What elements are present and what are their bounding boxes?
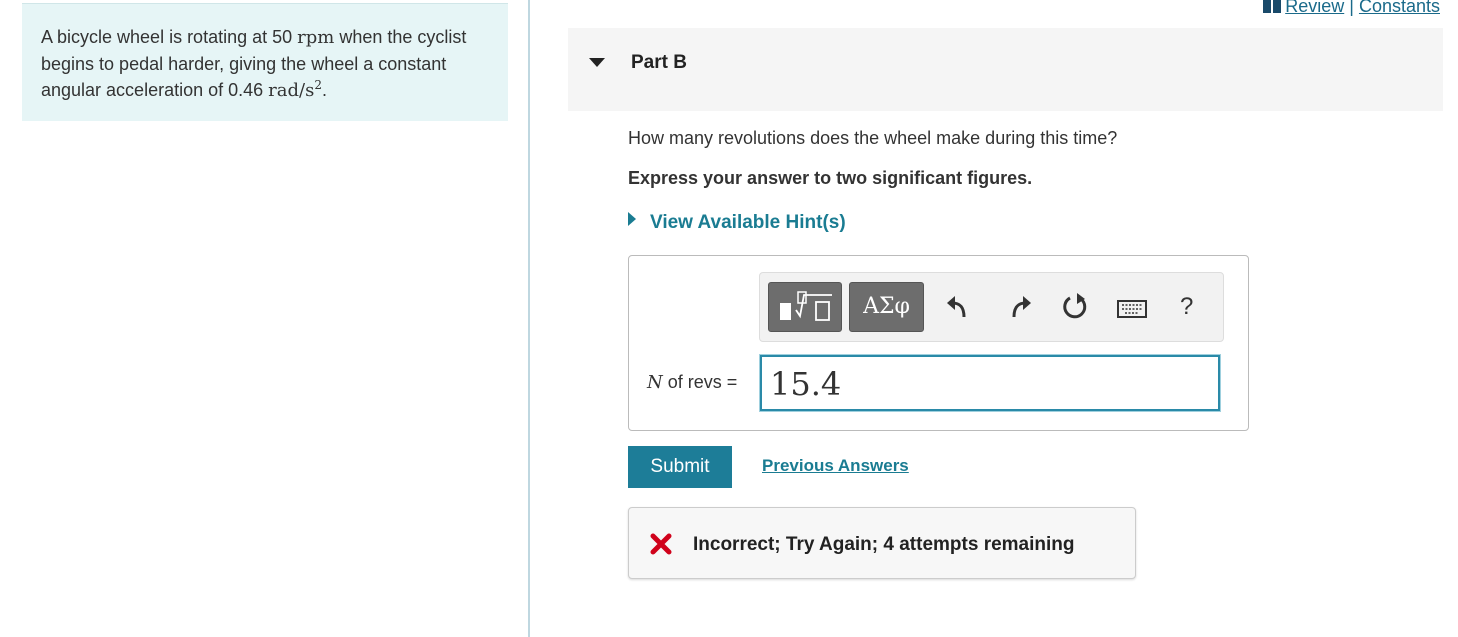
reset-icon[interactable] bbox=[1059, 291, 1091, 323]
templates-icon bbox=[780, 291, 832, 321]
left-pane: A bicycle wheel is rotating at 50 rpm wh… bbox=[0, 0, 530, 637]
collapse-caret-icon[interactable] bbox=[589, 58, 605, 67]
answer-instruction: Express your answer to two significant f… bbox=[628, 168, 1033, 188]
answer-label: N of revs = bbox=[647, 372, 737, 393]
greek-symbols-button[interactable]: ΑΣφ bbox=[849, 282, 924, 332]
accel-unit-exponent: 2 bbox=[314, 78, 322, 92]
math-toolbar: ΑΣφ ? bbox=[759, 272, 1224, 342]
templates-button[interactable] bbox=[768, 282, 842, 332]
feedback-box: Incorrect; Try Again; 4 attempts remaini… bbox=[628, 507, 1136, 579]
accel-unit-base: rad/s bbox=[268, 80, 315, 101]
help-icon[interactable]: ? bbox=[1180, 293, 1193, 321]
top-links: Review | Constants bbox=[1263, 0, 1440, 17]
view-hints-label: View Available Hint(s) bbox=[650, 212, 846, 233]
rpm-unit: rpm bbox=[297, 27, 335, 48]
feedback-message: Incorrect; Try Again; 4 attempts remaini… bbox=[693, 534, 1075, 555]
part-title: Part B bbox=[631, 52, 687, 73]
answer-label-suffix: of revs = bbox=[662, 372, 738, 392]
links-separator: | bbox=[1349, 0, 1354, 16]
answer-variable: N bbox=[647, 372, 663, 393]
problem-text-1: A bicycle wheel is rotating at 50 bbox=[41, 27, 298, 47]
constants-link[interactable]: Constants bbox=[1359, 0, 1440, 16]
submit-button[interactable]: Submit bbox=[628, 446, 732, 488]
expand-caret-icon bbox=[628, 212, 636, 226]
problem-text-end: . bbox=[321, 80, 327, 100]
keyboard-icon[interactable] bbox=[1116, 291, 1148, 323]
answer-input[interactable]: 15.4 bbox=[760, 355, 1220, 411]
problem-statement: A bicycle wheel is rotating at 50 rpm wh… bbox=[22, 3, 508, 121]
answer-box: ΑΣφ ? N of revs = 15.4 bbox=[628, 255, 1249, 431]
undo-icon[interactable] bbox=[944, 291, 976, 323]
x-mark-icon bbox=[650, 533, 672, 555]
accel-unit: rad/s2 bbox=[268, 78, 322, 101]
view-hints-link[interactable]: View Available Hint(s) bbox=[628, 212, 846, 234]
book-icon bbox=[1263, 0, 1282, 13]
previous-answers-link[interactable]: Previous Answers bbox=[762, 456, 909, 476]
redo-icon[interactable] bbox=[1002, 291, 1034, 323]
review-link[interactable]: Review bbox=[1285, 0, 1344, 16]
question-text: How many revolutions does the wheel make… bbox=[628, 128, 1118, 148]
part-header[interactable]: Part B bbox=[568, 28, 1443, 111]
